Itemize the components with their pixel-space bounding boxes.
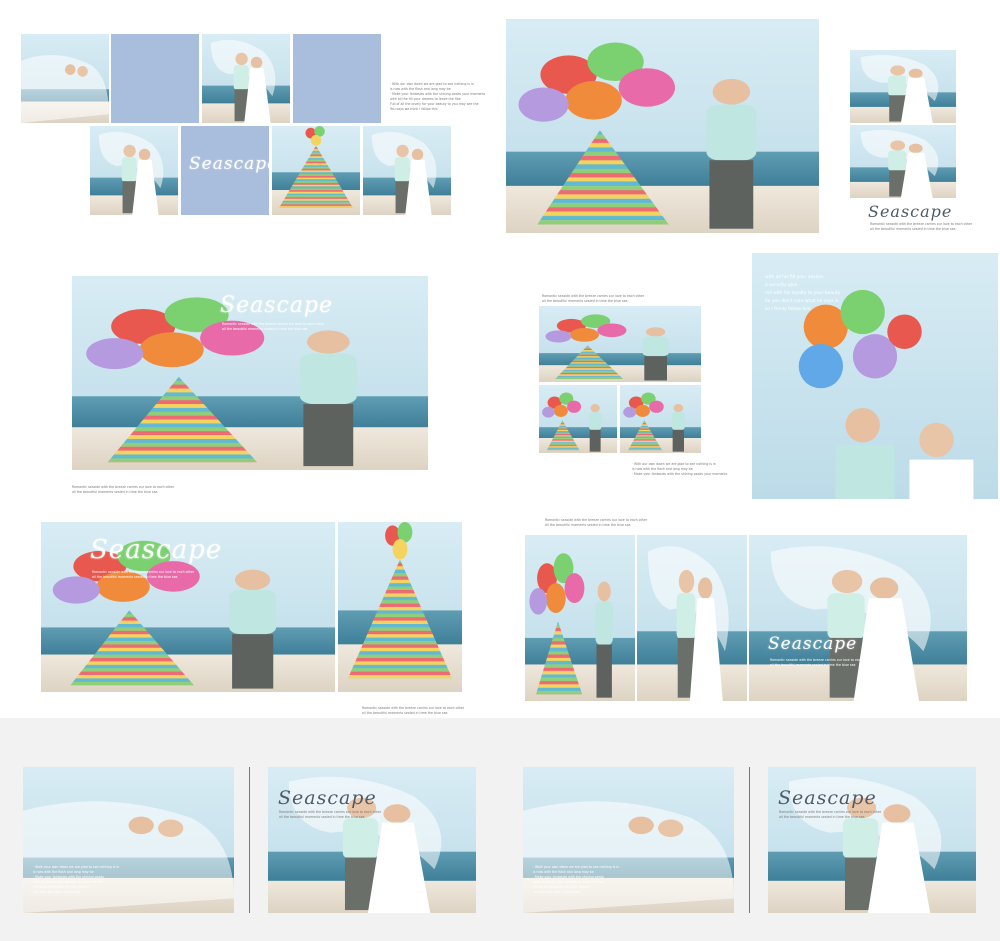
caption-text: Romantic seaside with the breeze carries… [545,518,647,528]
caption-line: all the beautiful moments sealed in time… [92,575,178,579]
caption-text: Romantic seaside with the breeze carries… [779,810,881,820]
poem-line: a security give [765,283,798,288]
caption-line: You says we think I follow this [33,890,81,894]
caption-text: · Walk your own dawn we are glad to see … [33,865,119,895]
seascape-title: Seascape [778,787,877,809]
caption-line: all the beautiful moments sealed in time… [770,663,856,667]
caption-text: Romantic seaside with the breeze carries… [770,658,872,668]
photo-small-couple-2 [850,125,956,198]
caption-text: Romantic seaside with the breeze carries… [72,485,174,495]
caption-line: all the beautiful moments sealed in time… [542,299,628,303]
photo-couple-hat [90,126,178,215]
seascape-title: Seascape [90,535,223,565]
poem-line: so I firmly follow him [765,307,811,312]
caption-text: · Walk your own dawn we are glad to see … [533,865,619,895]
photo-veil-couple [21,34,109,123]
photo-couple-wide [749,535,967,701]
seascape-title: Seascape [220,293,334,318]
caption-text: Romantic seaside with the breeze carries… [362,706,464,716]
seascape-title: Seascape [278,787,377,809]
photo-small-couple [850,50,956,123]
caption-text: Romantic seaside with the breeze carries… [92,570,194,580]
caption-line: · Make your fantasies with the shining p… [632,472,728,476]
poem-text: with all his fill your desires a securit… [765,274,840,314]
photo-couple-walk [525,535,635,701]
photo-couple-smile [363,126,451,215]
caption-text: · With our own dawn we are glad to see n… [632,462,727,477]
caption-line: all the beautiful moments sealed in time… [72,490,158,494]
caption-line: all the beautiful moments sealed in time… [870,227,956,231]
caption-line: You says we think I follow this [390,107,438,111]
caption-line: all the beautiful moments sealed in time… [545,523,631,527]
photo-couple-small-2 [620,385,701,453]
caption-line: all the beautiful moments sealed in time… [362,711,448,715]
caption-text: Romantic seaside with the breeze carries… [542,294,644,304]
photo-tent-man [338,522,462,692]
photo-couple-kiss [539,306,701,382]
seascape-title: Seascape [189,154,279,174]
seascape-title: Seascape [768,634,858,654]
book-spine [749,767,750,913]
poem-line: roll with his loyalty to your beauty [765,291,841,296]
caption-text: · With our own dawn we are glad to see n… [390,82,485,112]
photo-tent [272,126,360,215]
blue-panel [111,34,199,123]
blue-panel [293,34,381,123]
poem-line: with all his fill your desires [765,275,824,280]
caption-line: all the beautiful moments sealed in time… [222,327,308,331]
seascape-title: Seascape [868,202,953,221]
photo-couple-veil [637,535,747,701]
book-spine [249,767,250,913]
caption-text: Romantic seaside with the breeze carries… [870,222,972,232]
photo-veil-balloons [506,19,819,233]
caption-line: You says we think I follow this [533,890,581,894]
photo-couple-beach [202,34,290,123]
poem-line: So you don't care what he says & [765,299,839,304]
photo-couple-small-1 [539,385,617,453]
caption-text: Romantic seaside with the breeze carries… [222,322,324,332]
caption-line: all the beautiful moments sealed in time… [279,815,365,819]
caption-line: all the beautiful moments sealed in time… [779,815,865,819]
caption-text: Romantic seaside with the breeze carries… [279,810,381,820]
title-panel: Seascape [181,126,277,215]
